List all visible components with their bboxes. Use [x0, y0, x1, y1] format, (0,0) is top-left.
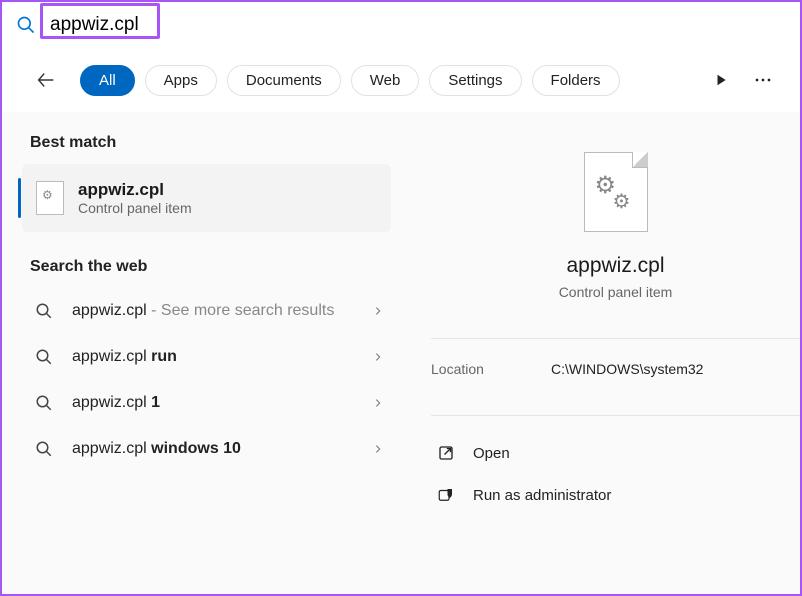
search-icon — [10, 15, 42, 35]
web-result-label: appwiz.cpl windows 10 — [72, 440, 359, 458]
preview-file-icon: ⚙⚙ — [584, 152, 648, 232]
web-result[interactable]: appwiz.cpl 1 — [22, 380, 391, 426]
search-icon — [30, 440, 58, 458]
search-the-web-header: Search the web — [22, 246, 391, 288]
filter-apps[interactable]: Apps — [145, 65, 217, 96]
search-input-wrap — [42, 7, 792, 43]
chevron-right-icon[interactable] — [373, 350, 383, 364]
preview-title: appwiz.cpl — [566, 254, 664, 278]
scroll-right-icon[interactable] — [714, 73, 728, 87]
preview-pane: ⚙⚙ appwiz.cpl Control panel item Locatio… — [401, 112, 800, 596]
action-label: Run as administrator — [473, 487, 611, 504]
search-icon — [30, 302, 58, 320]
search-icon — [30, 394, 58, 412]
open-action[interactable]: Open — [431, 432, 800, 474]
best-match-subtitle: Control panel item — [78, 200, 192, 216]
web-result[interactable]: appwiz.cpl run — [22, 334, 391, 380]
search-input[interactable] — [42, 10, 792, 40]
web-result-label: appwiz.cpl 1 — [72, 394, 359, 412]
search-icon — [30, 348, 58, 366]
shield-icon — [435, 486, 457, 504]
filter-all[interactable]: All — [80, 65, 135, 96]
more-options-icon[interactable] — [754, 71, 772, 89]
web-result-label: appwiz.cpl - See more search results — [72, 302, 359, 320]
shield-action[interactable]: Run as administrator — [431, 474, 800, 516]
best-match-title: appwiz.cpl — [78, 180, 192, 200]
filter-folders[interactable]: Folders — [532, 65, 620, 96]
content-area: Best match appwiz.cpl Control panel item… — [2, 112, 800, 596]
action-label: Open — [473, 445, 510, 462]
web-result-label: appwiz.cpl run — [72, 348, 359, 366]
chevron-right-icon[interactable] — [373, 442, 383, 456]
filter-settings[interactable]: Settings — [429, 65, 521, 96]
web-result[interactable]: appwiz.cpl windows 10 — [22, 426, 391, 472]
location-row: Location C:\WINDOWS\system32 — [431, 355, 800, 395]
divider — [431, 338, 800, 339]
location-value: C:\WINDOWS\system32 — [551, 361, 703, 377]
results-pane: Best match appwiz.cpl Control panel item… — [2, 112, 401, 596]
back-button[interactable] — [30, 64, 62, 96]
filter-row: All Apps Documents Web Settings Folders — [2, 48, 800, 112]
filter-web[interactable]: Web — [351, 65, 420, 96]
divider — [431, 415, 800, 416]
open-icon — [435, 444, 457, 462]
best-match-header: Best match — [22, 122, 391, 164]
chevron-right-icon[interactable] — [373, 396, 383, 410]
chevron-right-icon[interactable] — [373, 304, 383, 318]
cpl-file-icon — [36, 181, 64, 215]
filter-documents[interactable]: Documents — [227, 65, 341, 96]
search-bar — [2, 2, 800, 48]
location-label: Location — [431, 361, 551, 377]
preview-subtitle: Control panel item — [559, 284, 673, 300]
web-result[interactable]: appwiz.cpl - See more search results — [22, 288, 391, 334]
best-match-result[interactable]: appwiz.cpl Control panel item — [22, 164, 391, 232]
